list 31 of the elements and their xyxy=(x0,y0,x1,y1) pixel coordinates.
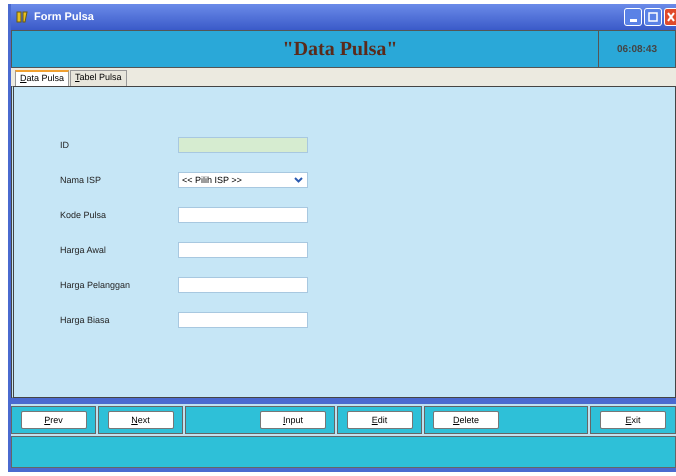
window-title: Form Pulsa xyxy=(34,11,94,23)
app-icon xyxy=(15,10,29,24)
input-field[interactable] xyxy=(178,137,308,153)
field-label: Nama ISP xyxy=(60,175,102,185)
isp-dropdown[interactable]: << Pilih ISP >> xyxy=(178,172,308,188)
action-button[interactable]: Exit xyxy=(600,411,666,429)
field-label: Harga Pelanggan xyxy=(60,280,132,290)
input-field[interactable] xyxy=(178,277,308,293)
form-heading: "Data Pulsa" xyxy=(282,38,398,60)
input-field[interactable] xyxy=(178,242,308,258)
close-button[interactable] xyxy=(664,8,676,26)
maximize-icon xyxy=(648,12,658,22)
chevron-down-icon xyxy=(294,177,303,183)
input-field[interactable] xyxy=(178,312,308,328)
tab[interactable]: Tabel Pulsa xyxy=(70,70,127,86)
action-button[interactable]: Delete xyxy=(433,411,499,429)
field-label: ID xyxy=(60,140,70,150)
field-label: Harga Biasa xyxy=(60,315,111,325)
field-label: Kode Pulsa xyxy=(60,210,108,220)
tab[interactable]: Data Pulsa xyxy=(15,70,70,86)
minimize-icon xyxy=(630,18,636,22)
close-icon xyxy=(666,12,674,22)
input-field[interactable] xyxy=(178,207,308,223)
clock-time: 06:08:43 xyxy=(616,44,658,54)
action-button[interactable]: Next xyxy=(108,411,174,429)
action-button[interactable]: Prev xyxy=(20,411,86,429)
field-label: Harga Awal xyxy=(60,245,107,255)
action-button[interactable]: Edit xyxy=(346,411,412,429)
maximize-button[interactable] xyxy=(644,8,662,26)
action-button[interactable]: Input xyxy=(260,411,326,429)
minimize-button[interactable] xyxy=(624,8,642,26)
